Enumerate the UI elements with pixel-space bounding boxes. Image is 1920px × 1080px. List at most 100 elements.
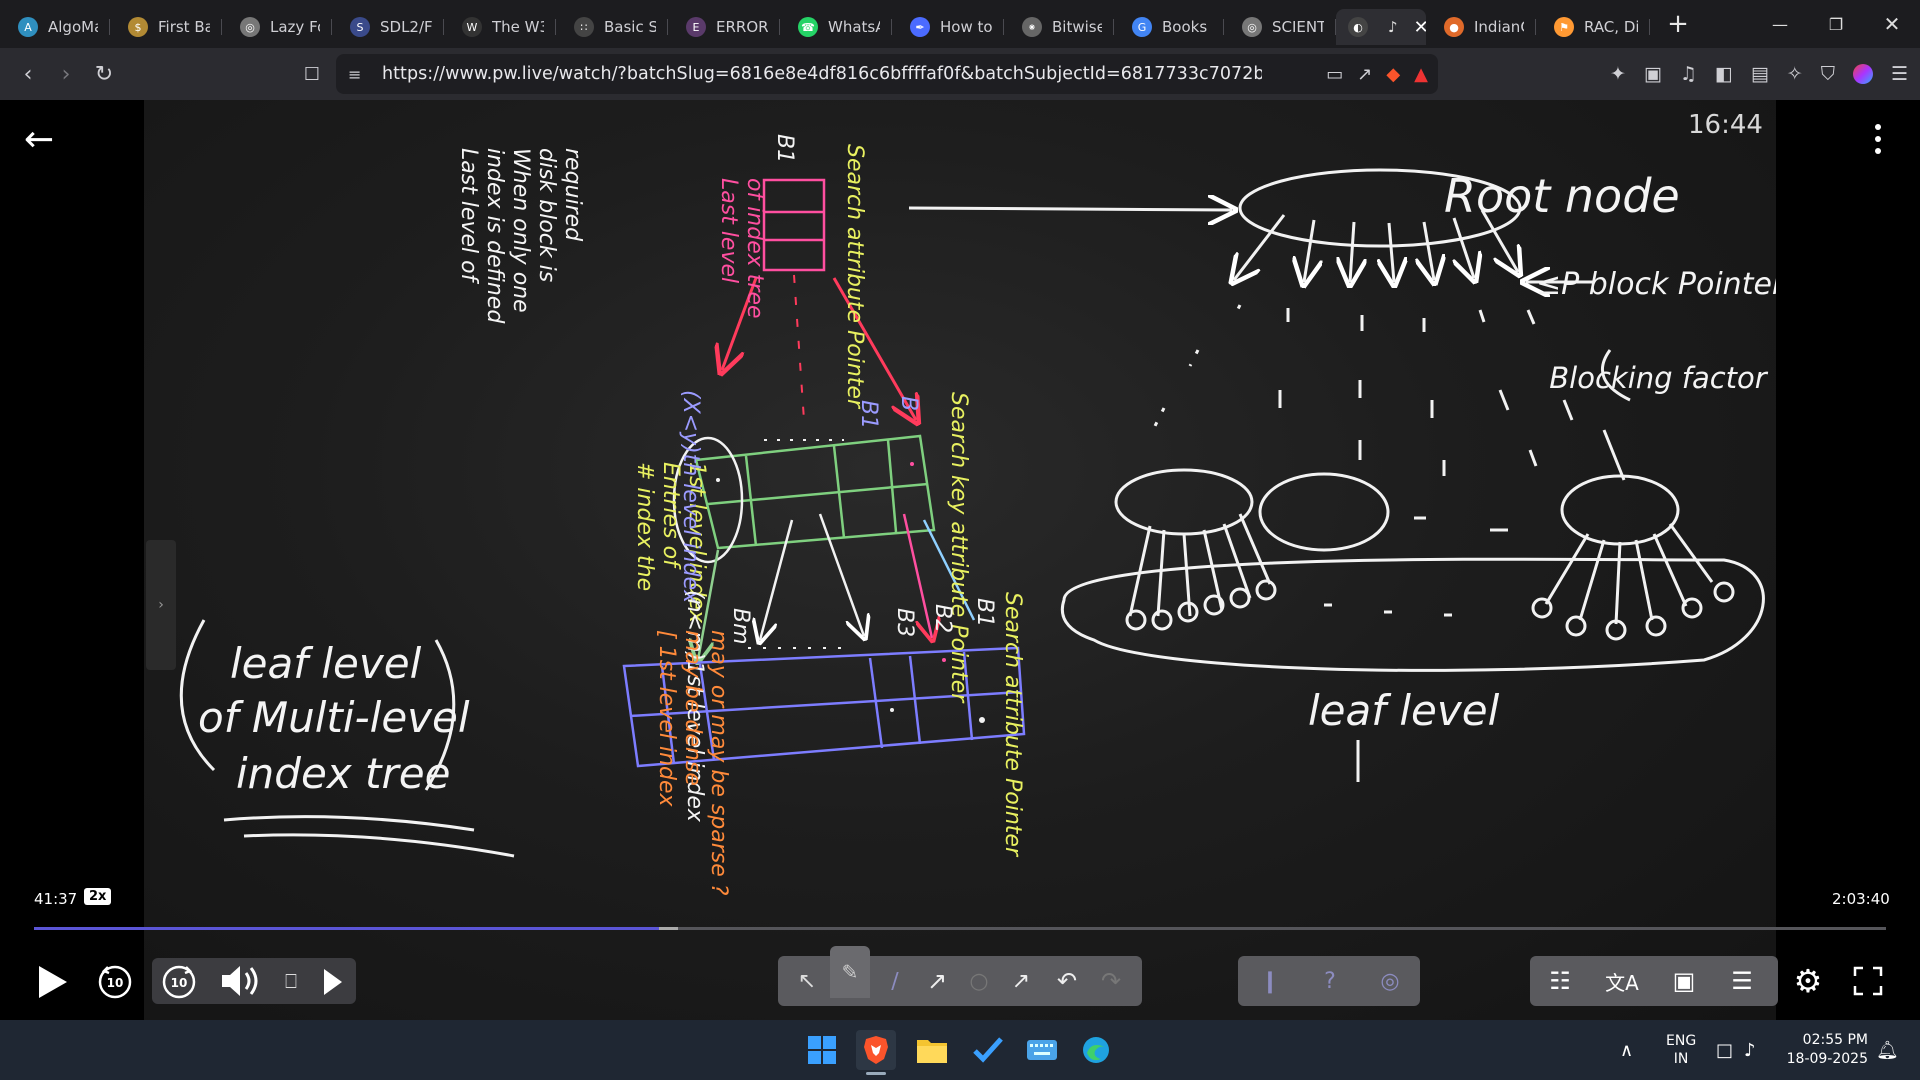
language-indicator[interactable]: ENG IN <box>1666 1020 1696 1080</box>
tab-close-icon[interactable]: ✕ <box>1414 17 1426 38</box>
tab-12[interactable]: ◐ ♪ ✕ <box>1336 9 1426 45</box>
media-icon[interactable]: ♫ <box>1680 63 1697 85</box>
b1-top-label: B1 <box>772 134 797 163</box>
reader-icon[interactable]: ▣ <box>1644 63 1662 85</box>
fullscreen-icon[interactable] <box>1846 960 1890 1002</box>
site-settings-icon[interactable]: ≡ <box>348 65 361 84</box>
doubt-icon[interactable]: ? <box>1310 962 1350 1000</box>
share-icon[interactable]: ↗ <box>1357 64 1372 85</box>
first-level-note-3: may or may be sparse ? <box>706 630 731 896</box>
tab-14[interactable]: ⚑ RAC, Di <box>1536 9 1650 45</box>
back-button[interactable]: ‹ <box>10 56 46 92</box>
menu-icon[interactable]: ☰ <box>1891 63 1908 85</box>
browser-toolbar: ‹ › ↻ ☐ ≡ https://www.pw.live/watch/?bat… <box>0 48 1920 100</box>
speed-badge[interactable]: 2x <box>84 888 112 905</box>
tab-0[interactable]: A AlgoMa <box>0 9 110 45</box>
tab-4[interactable]: W The W3 <box>444 9 556 45</box>
tab-label: SDL2/F <box>380 18 432 36</box>
tab-label: SCIENT <box>1272 18 1324 36</box>
highlighter-tool-icon[interactable]: ✎ <box>830 946 870 998</box>
brave-taskbar-icon[interactable] <box>856 1030 896 1070</box>
arrow-tool-icon[interactable]: ↗ <box>920 962 954 1000</box>
shape-tool-icon[interactable]: ○ <box>962 962 996 1000</box>
tab-2[interactable]: ◎ Lazy Fo <box>222 9 332 45</box>
notification-bell-icon[interactable]: 🔔︎ <box>1876 1020 1899 1080</box>
tab-7[interactable]: ☎ WhatsA <box>780 9 892 45</box>
address-bar[interactable]: ≡ https://www.pw.live/watch/?batchSlug=6… <box>336 54 1438 94</box>
file-explorer-icon[interactable] <box>912 1030 952 1070</box>
network-icon[interactable]: □ <box>1716 1020 1733 1080</box>
close-window-button[interactable]: ✕ <box>1864 0 1920 48</box>
clock-area[interactable]: 02:55 PM 18-09-2025 <box>1786 1020 1868 1080</box>
pip-icon[interactable]: ▣ <box>1664 962 1704 1000</box>
brave-rewards-icon[interactable]: ▲ <box>1414 64 1428 85</box>
taskbar-date: 18-09-2025 <box>1786 1051 1868 1067</box>
laser-tool-icon[interactable]: ↗ <box>1004 962 1038 1000</box>
vpn-icon[interactable]: ⛉ <box>1821 63 1835 85</box>
rewind-10-icon[interactable]: 10 <box>94 960 136 1002</box>
minimize-button[interactable]: — <box>1752 0 1808 48</box>
play-icon[interactable] <box>34 958 72 1006</box>
tab-list: A AlgoMa $ First Ba ◎ Lazy Fo S SDL2/F W The W3 ∷ B… <box>0 0 1650 48</box>
bookmark-tool-icon[interactable]: ❙ <box>1250 962 1290 1000</box>
notes-icon[interactable]: ☰ <box>1722 962 1762 1000</box>
new-tab-button[interactable]: + <box>1660 9 1696 39</box>
todo-icon[interactable] <box>968 1030 1008 1070</box>
tab-6[interactable]: E ERROR <box>668 9 780 45</box>
progress-bar[interactable] <box>34 927 1886 930</box>
volume-icon[interactable] <box>218 960 262 1002</box>
sidebar-icon[interactable]: ◧ <box>1715 63 1733 85</box>
miniplayer-icon[interactable]: ⎕ <box>274 964 308 998</box>
pointer-tool-icon[interactable]: ↖ <box>790 962 824 1000</box>
search-key-pointer: Search key attribute Pointer <box>946 392 971 704</box>
tab-10[interactable]: G Books f <box>1114 9 1224 45</box>
tab-1[interactable]: $ First Ba <box>110 9 222 45</box>
indiancourse-icon: ● <box>1444 17 1464 37</box>
undo-icon[interactable]: ↶ <box>1050 962 1084 1000</box>
speaker-icon[interactable]: ♪ <box>1744 1020 1756 1080</box>
cast-icon[interactable]: ▭ <box>1326 64 1343 85</box>
forward-10-icon[interactable]: 10 <box>158 960 200 1002</box>
b-bot-m: Bm <box>728 608 753 645</box>
brave-active-indicator <box>866 1072 886 1075</box>
tab-5[interactable]: ∷ Basic S <box>556 9 668 45</box>
forward-button[interactable]: › <box>48 56 84 92</box>
url-text[interactable]: https://www.pw.live/watch/?batchSlug=681… <box>382 64 1262 84</box>
restore-button[interactable]: ❐ <box>1808 0 1864 48</box>
reload-button[interactable]: ↻ <box>86 56 122 92</box>
leo-icon[interactable]: ✧ <box>1787 63 1803 85</box>
google-icon: G <box>1132 17 1152 37</box>
tab-strip: A AlgoMa $ First Ba ◎ Lazy Fo S SDL2/F W The W3 ∷ B… <box>0 0 1920 48</box>
translate-icon[interactable]: 文A <box>1600 962 1644 1000</box>
settings-gear-icon[interactable]: ⚙ <box>1786 960 1830 1002</box>
profile-icon[interactable] <box>1852 64 1873 84</box>
pen-tool-icon[interactable]: ∕ <box>878 962 912 1000</box>
extensions-icon[interactable]: ✦ <box>1610 63 1626 85</box>
tab-8[interactable]: ✒ How to <box>892 9 1004 45</box>
tab-label: How to <box>940 18 992 36</box>
tab-13[interactable]: ● IndianC <box>1426 9 1536 45</box>
video-player[interactable]: Root node ≤P block Pointer Blocking fact… <box>0 100 1920 1020</box>
tray-overflow-icon[interactable]: ∧ <box>1620 1020 1633 1080</box>
redo-icon[interactable]: ↷ <box>1094 962 1128 1000</box>
wallet-icon[interactable]: ▤ <box>1751 63 1769 85</box>
bookmark-icon[interactable]: ☐ <box>294 56 330 92</box>
tab-9[interactable]: ⁕ Bitwise <box>1004 9 1114 45</box>
last-level-note-1: Last level of <box>456 148 481 285</box>
next-icon[interactable] <box>318 962 348 1002</box>
whiteboard-frame: Root node ≤P block Pointer Blocking fact… <box>144 100 1776 1020</box>
tab-3[interactable]: S SDL2/F <box>332 9 444 45</box>
more-options-icon[interactable] <box>1868 124 1888 164</box>
camera-icon[interactable]: ◎ <box>1370 962 1410 1000</box>
leaf-multi-line-1: leaf level <box>230 639 422 688</box>
back-arrow-icon[interactable]: ← <box>24 122 64 162</box>
tab-audio-icon[interactable]: ♪ <box>1388 18 1398 36</box>
windows-start-icon[interactable] <box>802 1030 842 1070</box>
keyboard-icon[interactable] <box>1022 1030 1062 1070</box>
side-panel-handle[interactable]: › <box>146 540 176 670</box>
chat-icon[interactable]: ☷ <box>1540 962 1580 1000</box>
edge-icon[interactable] <box>1076 1030 1116 1070</box>
tab-11[interactable]: ◎ SCIENT <box>1224 9 1336 45</box>
brave-shield-icon[interactable]: ◆ <box>1386 64 1400 85</box>
india-flag-icon: ⚑ <box>1554 17 1574 37</box>
